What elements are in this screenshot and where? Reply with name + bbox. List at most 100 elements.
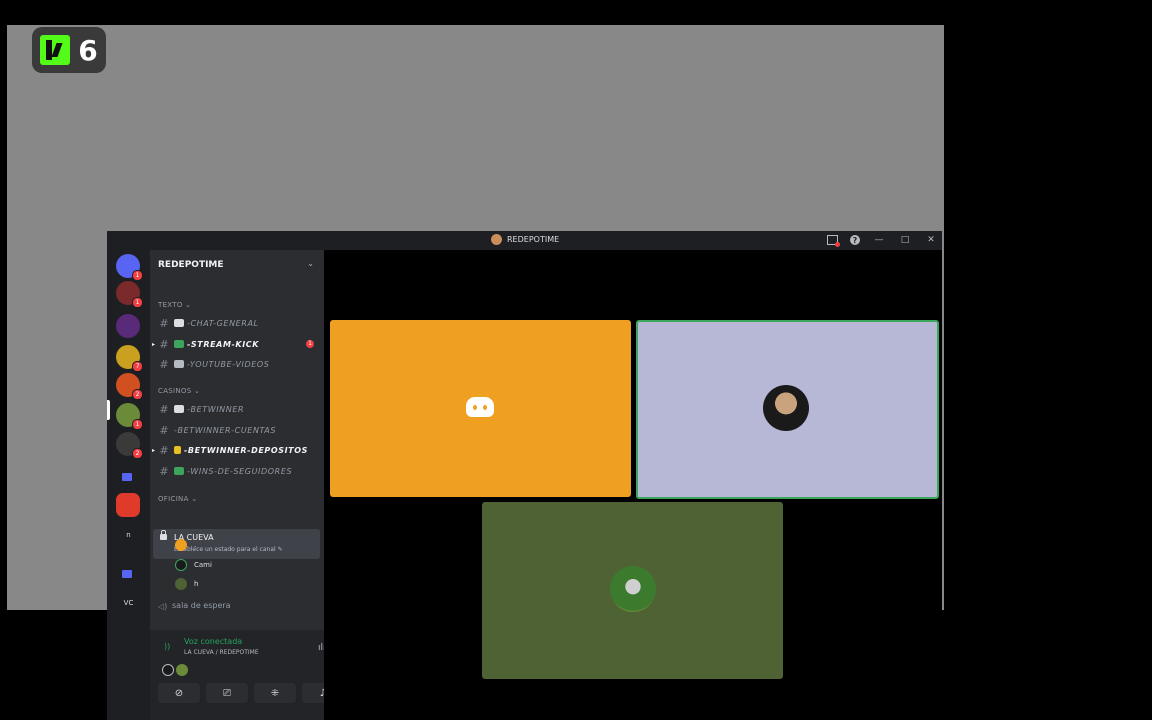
speaker-icon: ◁) xyxy=(158,601,168,611)
hash-icon: # xyxy=(159,337,169,351)
avatar xyxy=(175,559,187,571)
server-icon[interactable]: 1 xyxy=(116,403,143,430)
channel-sidebar: REDEPOTIME ⌄ TEXTO ⌄ # -CHAT-GENERAL ▸ #… xyxy=(150,250,351,720)
voice-channel-name: sala de espera xyxy=(172,601,231,610)
title-bar: REDEPOTIME ? — □ ✕ xyxy=(107,231,942,250)
server-header[interactable]: REDEPOTIME ⌄ xyxy=(150,250,324,278)
folder-icon[interactable] xyxy=(122,473,132,481)
category-casinos[interactable]: CASINOS ⌄ xyxy=(158,387,200,395)
participant-tile-speaking[interactable] xyxy=(636,320,939,499)
window-controls: ? — □ ✕ xyxy=(827,233,938,247)
voice-connected-title[interactable]: Voz conectada xyxy=(184,637,242,646)
maximize-button[interactable]: □ xyxy=(898,233,912,247)
avatar xyxy=(175,539,187,551)
unread-badge: 2 xyxy=(132,448,143,459)
kick-logo-icon xyxy=(40,35,71,65)
server-icon[interactable]: 2 xyxy=(116,373,143,400)
avatar xyxy=(176,664,188,676)
voice-actions: ⊘ ⎚ ⁜ ♪ xyxy=(158,683,344,703)
hash-icon: # xyxy=(159,316,169,330)
voice-channel-sala-de-espera[interactable]: ◁) sala de espera xyxy=(158,601,231,611)
lock-icon xyxy=(160,530,167,540)
channel-chat-general[interactable]: # -CHAT-GENERAL xyxy=(158,314,318,332)
inbox-icon[interactable] xyxy=(827,235,840,247)
server-label[interactable]: VC xyxy=(107,599,150,607)
participant-avatar xyxy=(610,566,656,612)
channel-name: -WINS-DE-SEGUIDORES xyxy=(187,466,293,476)
screen-share-button[interactable]: ⎚ xyxy=(206,683,248,703)
server-icon[interactable]: 1 xyxy=(116,281,143,308)
voice-user-name: h xyxy=(194,580,199,588)
channel-stream-kick[interactable]: ▸ # -STREAM-KICK 1 xyxy=(152,335,318,353)
server-icon[interactable] xyxy=(116,493,140,517)
channel-wins-de-seguidores[interactable]: # -WINS-DE-SEGUIDORES xyxy=(158,462,318,480)
activities-button[interactable]: ⁜ xyxy=(254,683,296,703)
voice-user[interactable]: . xyxy=(175,537,196,553)
channel-name: -STREAM-KICK xyxy=(187,339,260,349)
server-icon[interactable]: 2 xyxy=(116,432,143,459)
server-icon[interactable] xyxy=(116,314,140,338)
emoji-icon xyxy=(174,405,184,413)
voice-call-stage xyxy=(324,250,942,720)
active-server-indicator xyxy=(107,400,110,420)
channel-betwinner-cuentas[interactable]: # -BETWINNER-CUENTAS xyxy=(158,421,318,439)
category-texto[interactable]: TEXTO ⌄ xyxy=(158,301,191,309)
voice-user[interactable]: h xyxy=(175,576,198,592)
chevron-down-icon: ⌄ xyxy=(307,259,314,268)
home-discord-icon[interactable]: 1 xyxy=(116,254,143,281)
server-name: REDEPOTIME xyxy=(158,260,224,270)
unread-badge: 1 xyxy=(132,297,143,308)
window-title-text: REDEPOTIME xyxy=(507,235,560,244)
unread-indicator: ▸ xyxy=(152,341,156,348)
hash-icon: # xyxy=(159,443,169,457)
voice-connection-panel: )) Voz conectada LA CUEVA / REDEPOTIME ı… xyxy=(150,630,351,720)
money-bag-icon xyxy=(174,446,181,454)
close-button[interactable]: ✕ xyxy=(924,233,938,247)
server-icon[interactable]: 7 xyxy=(116,345,143,372)
channel-betwinner-depositos[interactable]: ▸ # -BETWINNER-DEPOSITOS xyxy=(152,441,318,459)
channel-name: -BETWINNER-DEPOSITOS xyxy=(184,445,309,455)
discord-logo-icon xyxy=(466,397,494,417)
hash-icon: # xyxy=(159,357,169,371)
unread-badge: 1 xyxy=(132,419,143,430)
avatar xyxy=(162,664,174,676)
channel-name: -YOUTUBE-VIDEOS xyxy=(187,359,270,369)
mention-badge: 1 xyxy=(306,340,314,348)
channel-betwinner[interactable]: # -BETWINNER xyxy=(158,400,318,418)
unread-badge: 2 xyxy=(132,389,143,400)
channel-name: -BETWINNER-CUENTAS xyxy=(174,425,277,435)
window-title: REDEPOTIME xyxy=(491,234,559,245)
kick-count: 6 xyxy=(78,33,98,67)
discord-window: REDEPOTIME ? — □ ✕ 1 1 7 2 1 2 n VC REDE… xyxy=(107,231,942,720)
channel-name: -CHAT-GENERAL xyxy=(187,318,259,328)
participant-tile[interactable] xyxy=(482,502,783,679)
emoji-icon xyxy=(174,319,184,327)
unread-indicator: ▸ xyxy=(152,447,156,454)
signal-icon[interactable]: )) xyxy=(164,642,170,651)
voice-user-name: Cami xyxy=(194,561,212,569)
hash-icon: # xyxy=(159,423,169,437)
help-icon[interactable]: ? xyxy=(850,235,860,245)
participant-tile[interactable] xyxy=(330,320,631,497)
voice-connected-subtitle[interactable]: LA CUEVA / REDEPOTIME xyxy=(184,649,259,656)
hash-icon: # xyxy=(159,402,169,416)
participant-avatar xyxy=(763,385,809,431)
server-label[interactable]: n xyxy=(107,531,150,539)
clover-icon xyxy=(174,467,184,475)
kick-overlay-badge: 6 xyxy=(32,27,106,73)
folder-icon[interactable] xyxy=(122,570,132,578)
unread-badge: 1 xyxy=(132,270,143,281)
voice-participants xyxy=(162,664,188,676)
server-avatar-icon xyxy=(491,234,502,245)
channel-youtube-videos[interactable]: # -YOUTUBE-VIDEOS xyxy=(158,355,318,373)
server-list: 1 1 7 2 1 2 n VC xyxy=(107,250,150,720)
green-heart-icon xyxy=(174,340,184,348)
unread-badge: 7 xyxy=(132,361,143,372)
voice-user-name: . xyxy=(194,541,197,549)
minimize-button[interactable]: — xyxy=(872,233,886,247)
camera-off-button[interactable]: ⊘ xyxy=(158,683,200,703)
avatar xyxy=(175,578,187,590)
tv-icon xyxy=(174,360,184,368)
voice-user[interactable]: Cami xyxy=(175,557,212,573)
category-oficina[interactable]: OFICINA ⌄ xyxy=(158,495,197,503)
